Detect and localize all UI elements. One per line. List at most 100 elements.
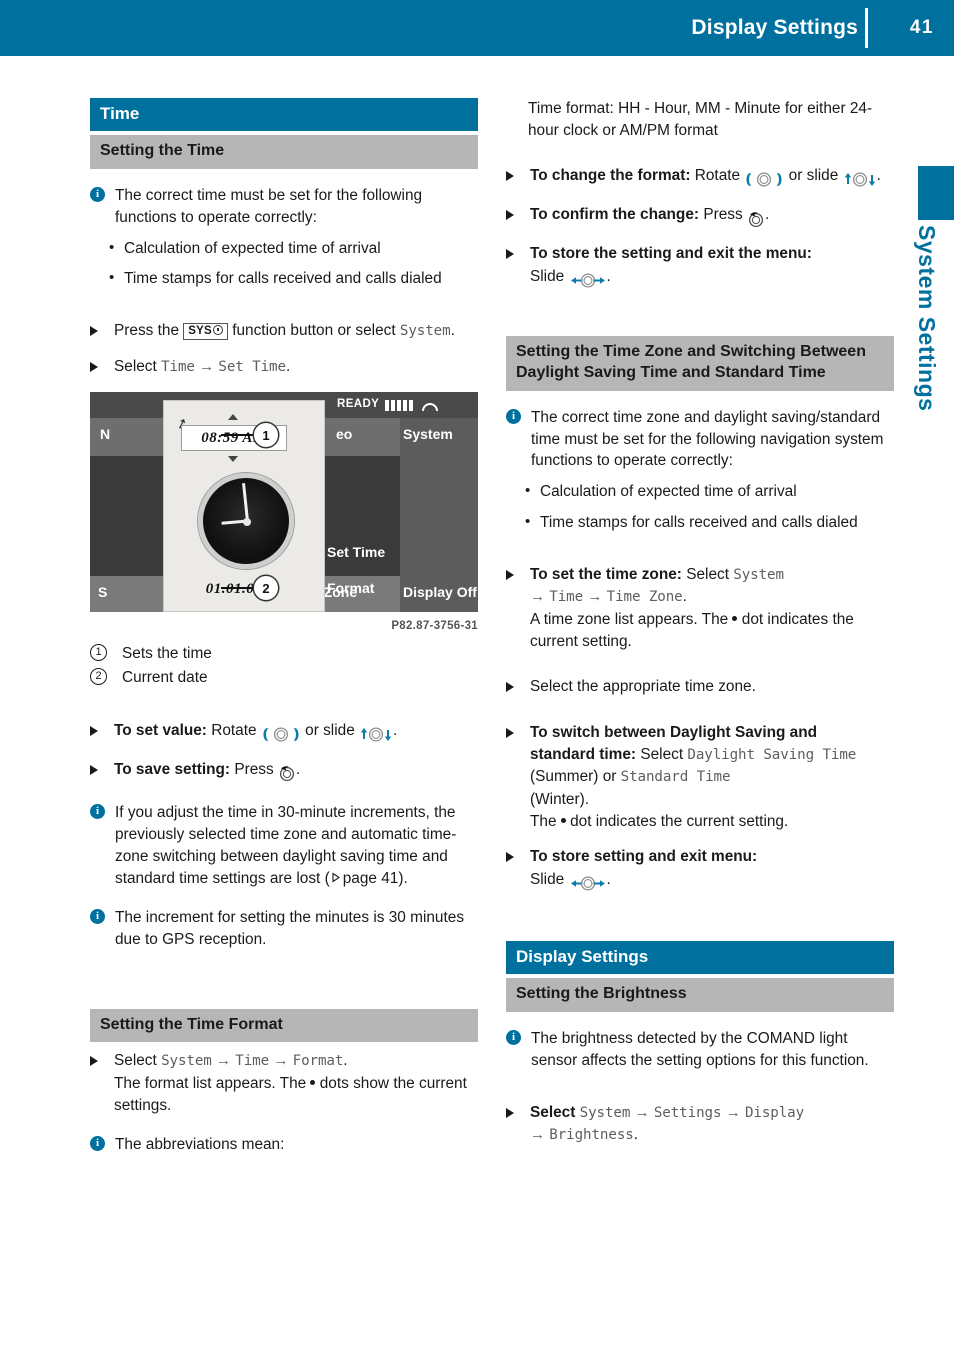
step-text: Press the: [114, 322, 180, 340]
step-text: .: [764, 206, 770, 224]
step-text: Slide: [530, 267, 565, 285]
step-text: .: [393, 721, 398, 739]
arrow-icon: →: [634, 1103, 650, 1121]
step-select-set-time: Select Time → Set Time.: [90, 356, 478, 378]
step-label: Select: [530, 1103, 576, 1121]
list-item: 1 Sets the time: [90, 642, 478, 666]
step-text: (Summer): [530, 768, 599, 786]
page-reference-text: page 41: [342, 869, 399, 887]
list-item: Calculation of expected time of arrival: [506, 480, 894, 503]
menu-item-system: System: [733, 567, 784, 584]
step-text: .: [876, 166, 881, 184]
arrow-icon: →: [273, 1052, 289, 1070]
menu-item-settings: Settings: [653, 1104, 722, 1121]
time-functions-bullet-list: Calculation of expected time of arrival …: [90, 237, 478, 291]
step-text: dot indicates the current setting.: [570, 812, 789, 830]
menu-item-system: System: [399, 323, 451, 340]
screen-right-column: [400, 417, 478, 612]
step-text: The: [530, 812, 557, 830]
screen-list-set-time: Set Time: [327, 543, 386, 560]
step-label: To save setting:: [114, 761, 231, 779]
subheading-setting-the-brightness: Setting the Brightness: [506, 977, 894, 1012]
rotate-controller-icon: [261, 724, 301, 746]
menu-item-daylight-saving-time: Daylight Saving Time: [687, 747, 857, 763]
menu-item-time: Time: [549, 589, 584, 606]
page-title: Display Settings: [691, 16, 858, 39]
slide-horizontal-controller-icon: [569, 873, 607, 895]
analog-clock-icon: [198, 472, 294, 569]
time-format-description: Time format: HH - Hour, MM - Minute for …: [528, 100, 873, 139]
sys-button-icon: SYS: [183, 323, 228, 341]
step-text: Select: [114, 357, 157, 375]
step-text: A time zone list appears. The: [530, 610, 729, 628]
note-brightness-sensor: i The brightness detected by the COMAND l…: [506, 1028, 894, 1072]
step-label: To set the time zone:: [530, 566, 682, 584]
step-text: (Winter).: [530, 790, 589, 808]
chapter-marker: [918, 166, 954, 220]
step-text: .: [682, 588, 687, 606]
callout-legend: 1 Sets the time 2 Current date: [90, 642, 478, 690]
press-controller-icon: [747, 208, 765, 230]
info-icon: i: [90, 1136, 105, 1152]
comand-screen-image: READY N eo System Set Time Format S e Zo…: [90, 391, 478, 612]
step-label: To store the setting and exit the menu:: [530, 245, 812, 263]
header-divider: [865, 8, 868, 48]
note-text: ).: [398, 869, 408, 887]
screen-menu-nav: N: [100, 425, 111, 442]
step-text: or slide: [305, 721, 355, 739]
section-heading-time: Time: [90, 98, 478, 131]
chapter-tab-label: System Settings: [914, 225, 940, 412]
menu-item-time: Time: [235, 1053, 270, 1070]
list-item: Time stamps for calls received and calls…: [506, 511, 894, 534]
screen-menu-system: System: [403, 425, 453, 442]
menu-item-set-time: Set Time: [218, 358, 286, 375]
right-column: Time format: HH - Hour, MM - Minute for …: [506, 98, 894, 1146]
note-text: The abbreviations mean:: [115, 1136, 285, 1154]
increase-arrow-icon: [228, 413, 238, 420]
callout-number: 1: [90, 643, 107, 661]
section-heading-display-settings: Display Settings: [506, 940, 894, 974]
menu-item-brightness: Brightness: [549, 1126, 634, 1143]
note-text: The brightness detected by the COMAND li…: [531, 1029, 869, 1069]
arrow-icon: →: [216, 1052, 231, 1070]
time-zone-functions-bullet-list: Calculation of expected time of arrival …: [506, 480, 894, 534]
page-header: Display Settings 41: [0, 0, 954, 56]
subheading-setting-the-time-format: Setting the Time Format: [90, 1008, 478, 1043]
menu-item-system: System: [579, 1104, 631, 1121]
step-label: To switch between Daylight Saving and: [530, 723, 818, 741]
menu-item-format: Format: [292, 1053, 344, 1070]
callout-leader-1: [221, 433, 256, 436]
step-text: .: [285, 357, 291, 375]
step-text: .: [450, 322, 455, 340]
figure-caption: P82.87-3756-31: [391, 619, 478, 632]
step-text: Select: [114, 1052, 157, 1070]
set-time-popup: ➚ 08:59 AM 01.01.07: [163, 399, 325, 612]
callout-marker-1: 1: [254, 422, 278, 447]
callout-leader-2: [221, 586, 256, 589]
menu-item-system: System: [161, 1053, 212, 1070]
step-text: Rotate: [694, 166, 741, 184]
info-icon: i: [90, 186, 105, 202]
step-select-appropriate-time-zone: Select the appropriate time zone.: [506, 676, 894, 698]
menu-item-time-zone: Time Zone: [606, 589, 683, 606]
figure-set-time-screen: READY N eo System Set Time Format S e Zo…: [90, 391, 478, 632]
press-controller-icon: [278, 763, 296, 785]
note-30-minute-increments: i If you adjust the time in 30-minute inc…: [90, 802, 478, 890]
clock-icon: [212, 325, 223, 336]
decrease-arrow-icon: [228, 455, 238, 462]
page-number: 41: [909, 17, 934, 38]
list-item: Calculation of expected time of arrival: [90, 237, 478, 260]
step-text: .: [295, 761, 301, 779]
step-to-confirm-change: To confirm the change: Press .: [506, 204, 894, 230]
arrow-icon: →: [725, 1103, 741, 1121]
subheading-time-zone-dst: Setting the Time Zone and Switching Betw…: [506, 336, 894, 391]
step-select-brightness: Select System → Settings → Display → Bri…: [506, 1102, 894, 1147]
arrow-icon: →: [530, 1125, 545, 1143]
step-label: To confirm the change:: [530, 206, 700, 224]
sys-button-label: SYS: [188, 325, 212, 338]
list-item: 2 Current date: [90, 666, 478, 690]
step-text: Press: [234, 761, 274, 779]
step-text: .: [606, 870, 611, 888]
screen-bottom-left: S: [98, 583, 108, 600]
step-text: Press: [703, 206, 743, 224]
